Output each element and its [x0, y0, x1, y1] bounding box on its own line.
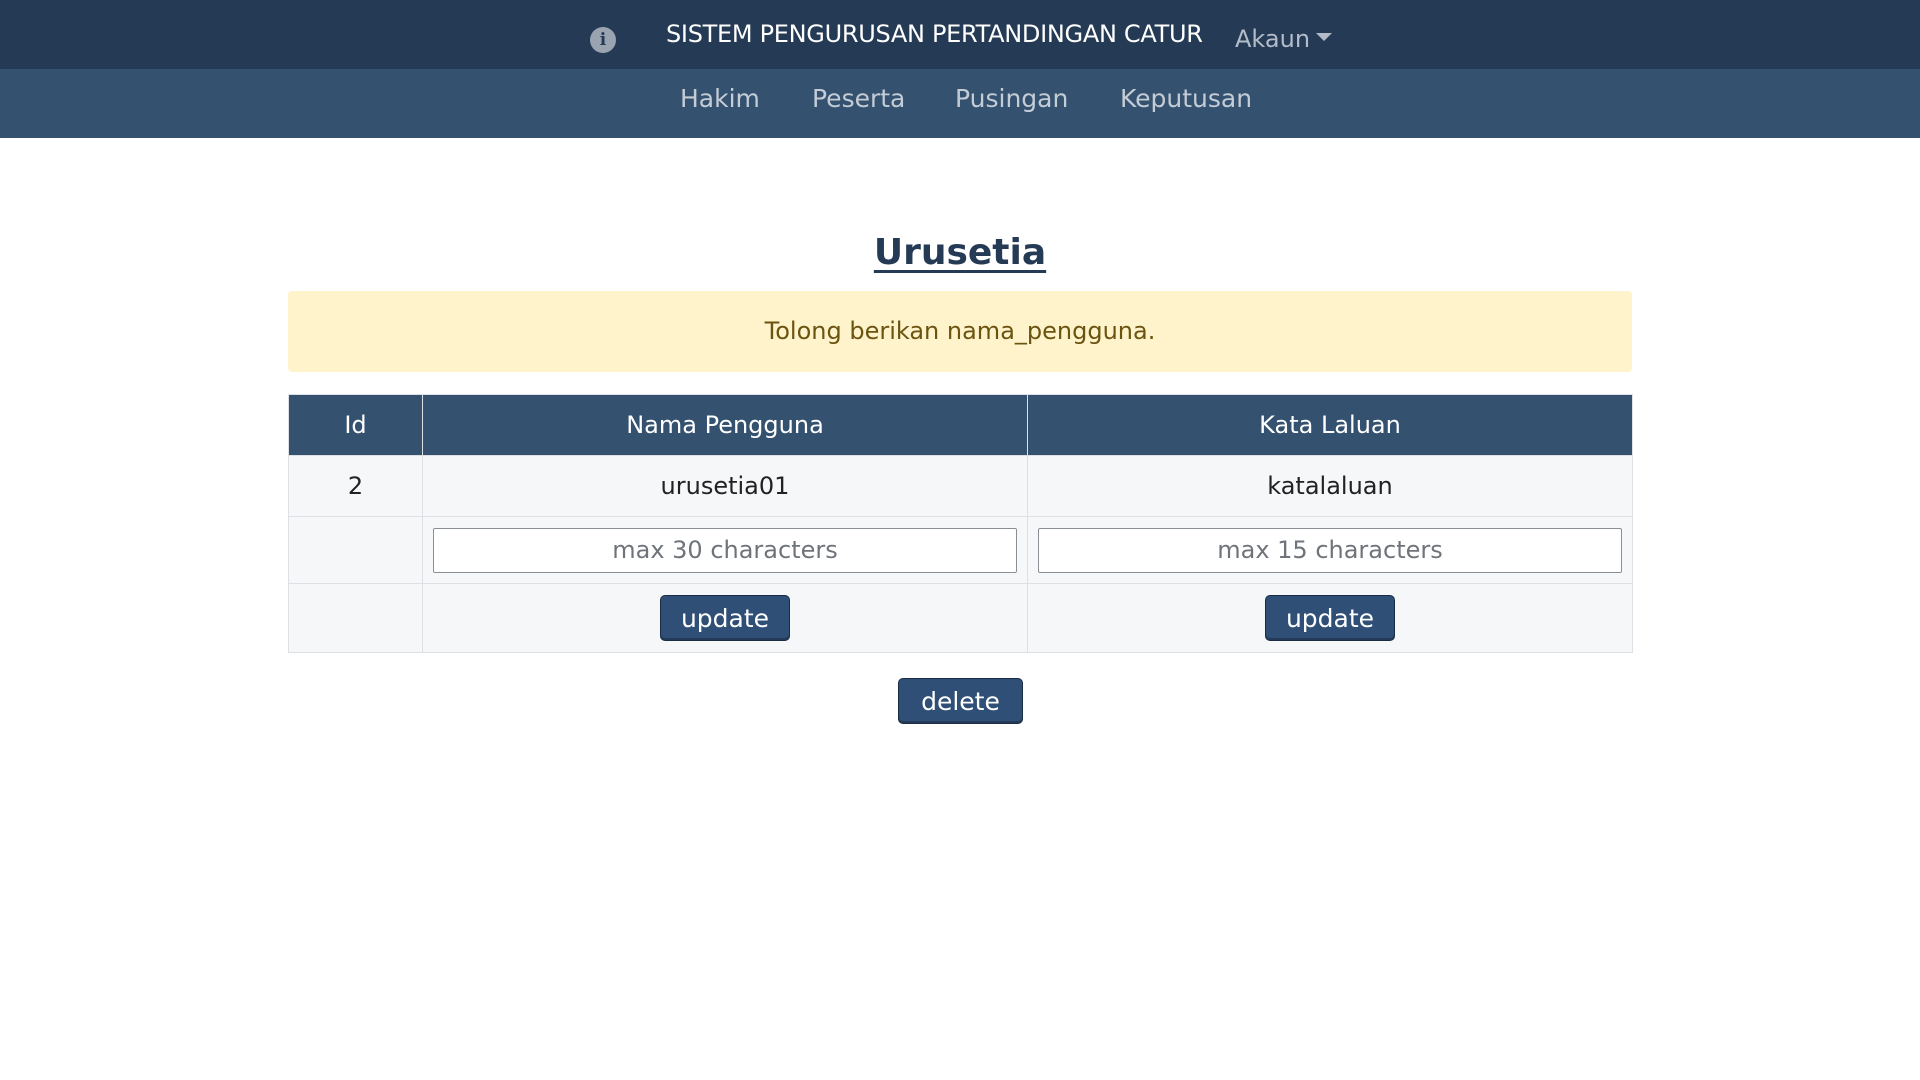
cell-username: urusetia01 [422, 455, 1028, 517]
top-navbar: i SISTEM PENGURUSAN PERTANDINGAN CATUR A… [0, 0, 1920, 69]
table-input-row [288, 516, 1633, 584]
nav-item-hakim[interactable]: Hakim [680, 84, 760, 113]
account-label: Akaun [1235, 25, 1311, 53]
table-row: 2 urusetia01 katalaluan [288, 455, 1633, 517]
urusetia-table: Id Nama Pengguna Kata Laluan 2 urusetia0… [288, 394, 1633, 653]
nav-item-peserta[interactable]: Peserta [812, 84, 905, 113]
caret-down-icon [1316, 33, 1333, 41]
table-header-row: Id Nama Pengguna Kata Laluan [288, 394, 1633, 456]
warning-alert: Tolong berikan nama_pengguna. [288, 291, 1632, 372]
nav-item-pusingan[interactable]: Pusingan [955, 84, 1068, 113]
header-id: Id [288, 394, 423, 456]
username-input[interactable] [433, 527, 1017, 573]
empty-cell [288, 583, 423, 653]
delete-button[interactable]: delete [898, 678, 1023, 724]
cell-id: 2 [288, 455, 423, 517]
page-title: Urusetia [873, 232, 1047, 273]
update-username-button[interactable]: update [659, 595, 791, 641]
username-update-cell: update [422, 583, 1028, 653]
nav-item-keputusan[interactable]: Keputusan [1120, 84, 1252, 113]
account-dropdown[interactable]: Akaun [1235, 25, 1333, 53]
username-input-cell [422, 516, 1028, 584]
password-input-cell [1027, 516, 1633, 584]
table-button-row: update update [288, 583, 1633, 653]
info-icon[interactable]: i [590, 27, 616, 53]
password-input[interactable] [1038, 527, 1622, 573]
update-password-button[interactable]: update [1264, 595, 1396, 641]
empty-cell [288, 516, 423, 584]
header-nama-pengguna: Nama Pengguna [422, 394, 1028, 456]
sub-navbar: Hakim Peserta Pusingan Keputusan [0, 69, 1920, 138]
header-kata-laluan: Kata Laluan [1027, 394, 1633, 456]
app-title[interactable]: SISTEM PENGURUSAN PERTANDINGAN CATUR [666, 20, 1203, 48]
password-update-cell: update [1027, 583, 1633, 653]
cell-password: katalaluan [1027, 455, 1633, 517]
